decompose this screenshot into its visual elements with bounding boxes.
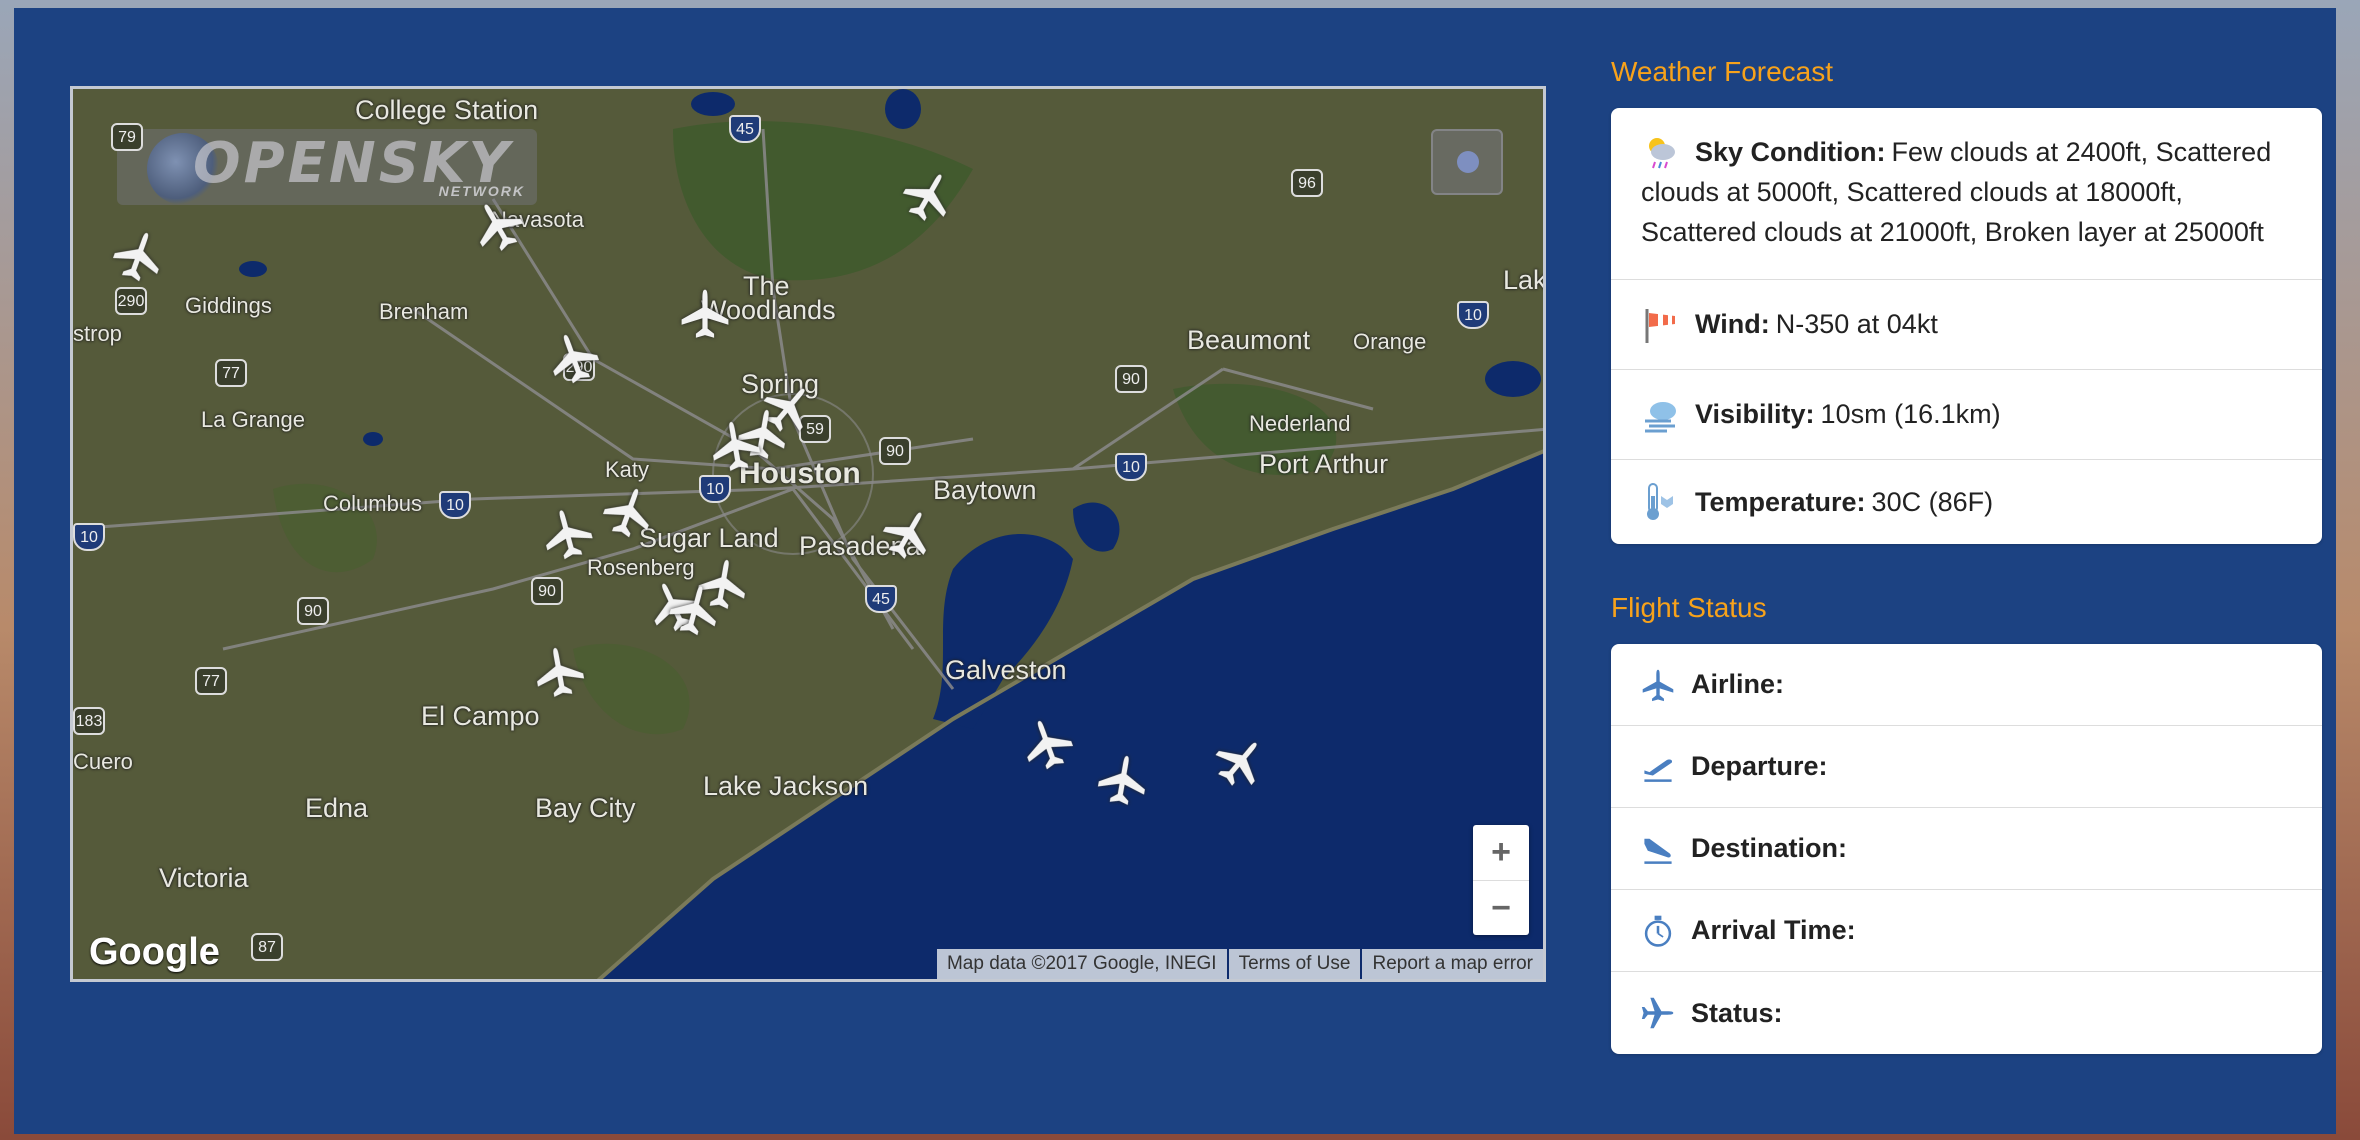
destination-label: Destination: [1691,833,1848,863]
sky-condition-row: Sky Condition: Few clouds at 2400ft, Scat… [1611,108,2322,280]
flight-status-heading: Flight Status [1611,592,1767,623]
place-label: Beaumont [1187,325,1311,355]
thermometer-icon [1647,483,1673,520]
route-shield: 183 [73,707,105,735]
zoom-control: + − [1473,825,1529,935]
google-logo: Google [89,931,220,973]
map-attribution: Map data ©2017 Google, INEGI Terms of Us… [935,949,1543,979]
place-label: Cuero [73,749,133,774]
visibility-row: Visibility: 10sm (16.1km) [1611,370,2322,460]
flight-map[interactable]: OPENSKY NETWORK College Station Navasota… [70,86,1546,982]
map-data-credit: Map data ©2017 Google, INEGI [936,949,1227,979]
airplane-icon [1642,669,1674,701]
takeoff-icon [1644,759,1673,782]
destination-row: Destination: [1611,808,2322,890]
wind-value: N-350 at 04kt [1775,309,1938,339]
aircraft-marker-icon[interactable] [1093,749,1153,809]
aircraft-marker-icon[interactable] [679,287,731,339]
aircraft-marker-icon[interactable] [529,641,589,701]
place-label: Port Arthur [1259,449,1389,479]
opensky-logo: OPENSKY NETWORK [117,129,537,205]
cloud-sun-rain-icon [1649,138,1675,169]
visibility-label: Visibility: [1695,399,1815,429]
place-label: La Grange [201,407,305,432]
place-label: Galveston [945,655,1067,685]
wind-label: Wind: [1695,309,1770,339]
route-shield: 45 [729,115,761,143]
status-row: Status: [1611,972,2322,1054]
airline-label: Airline: [1691,669,1785,699]
place-label: Lake Jackson [703,771,869,801]
route-shield: 10 [1457,301,1489,329]
place-label: strop [73,321,122,346]
aircraft-marker-icon[interactable] [705,415,765,475]
arrival-time-label: Arrival Time: [1691,915,1856,945]
place-label: College Station [355,95,539,125]
route-shield: 10 [1115,453,1147,481]
place-label: Orange [1353,329,1427,354]
sky-condition-label: Sky Condition: [1695,137,1886,167]
dashboard-panel: OPENSKY NETWORK College Station Navasota… [14,8,2336,1134]
zoom-out-button[interactable]: − [1473,881,1529,936]
temperature-value: 30C (86F) [1871,486,1994,517]
flight-status-card: Airline: Departure: Destination: Arrival… [1611,644,2322,1054]
route-shield: 90 [1115,365,1147,393]
route-shield: 10 [699,475,731,503]
landing-icon [1644,838,1672,864]
temperature-row: Temperature: 30C (86F) [1611,460,2322,544]
wind-row: Wind: N-350 at 04kt [1611,280,2322,370]
route-shield: 90 [297,597,329,625]
visibility-value: 10sm (16.1km) [1820,399,2001,429]
place-label: Sugar Land [639,523,779,553]
windsock-icon [1645,308,1675,343]
route-shield: 45 [865,585,897,613]
route-shield: 90 [531,577,563,605]
place-label: Lake [1503,265,1546,295]
place-label: Brenham [379,299,469,324]
place-label: Bay City [535,793,636,823]
route-shield: 77 [195,667,227,695]
departure-row: Departure: [1611,726,2322,808]
route-shield: 10 [73,523,105,551]
airline-row: Airline: [1611,644,2322,726]
departure-label: Departure: [1691,751,1828,781]
airplane-status-icon [1641,997,1674,1029]
route-shield: 77 [215,359,247,387]
route-shield: 10 [439,491,471,519]
arrival-time-row: Arrival Time: [1611,890,2322,972]
status-label: Status: [1691,997,1783,1028]
report-map-error-link[interactable]: Report a map error [1362,949,1543,979]
place-label: Columbus [323,491,423,516]
place-label: Edna [305,793,369,823]
route-shield: 96 [1291,169,1323,197]
place-label: Giddings [185,293,272,318]
locate-icon [1457,151,1479,173]
fog-icon [1645,401,1676,432]
route-shield: 290 [115,287,147,315]
place-label: El Campo [421,701,540,731]
route-shield: 90 [879,437,911,465]
map-locate-button[interactable] [1431,129,1503,195]
weather-forecast-card: Sky Condition: Few clouds at 2400ft, Scat… [1611,108,2322,544]
zoom-in-button[interactable]: + [1473,825,1529,881]
opensky-logo-subtitle: NETWORK [438,183,525,199]
stopwatch-icon [1644,915,1672,947]
temperature-label: Temperature: [1695,486,1866,517]
place-label: Nederland [1249,411,1351,436]
weather-forecast-heading: Weather Forecast [1611,56,1834,87]
route-shield: 87 [251,933,283,961]
terms-of-use-link[interactable]: Terms of Use [1228,949,1361,979]
place-label: Baytown [933,475,1037,505]
place-label: Victoria [159,863,249,893]
route-shield: 79 [111,123,143,151]
